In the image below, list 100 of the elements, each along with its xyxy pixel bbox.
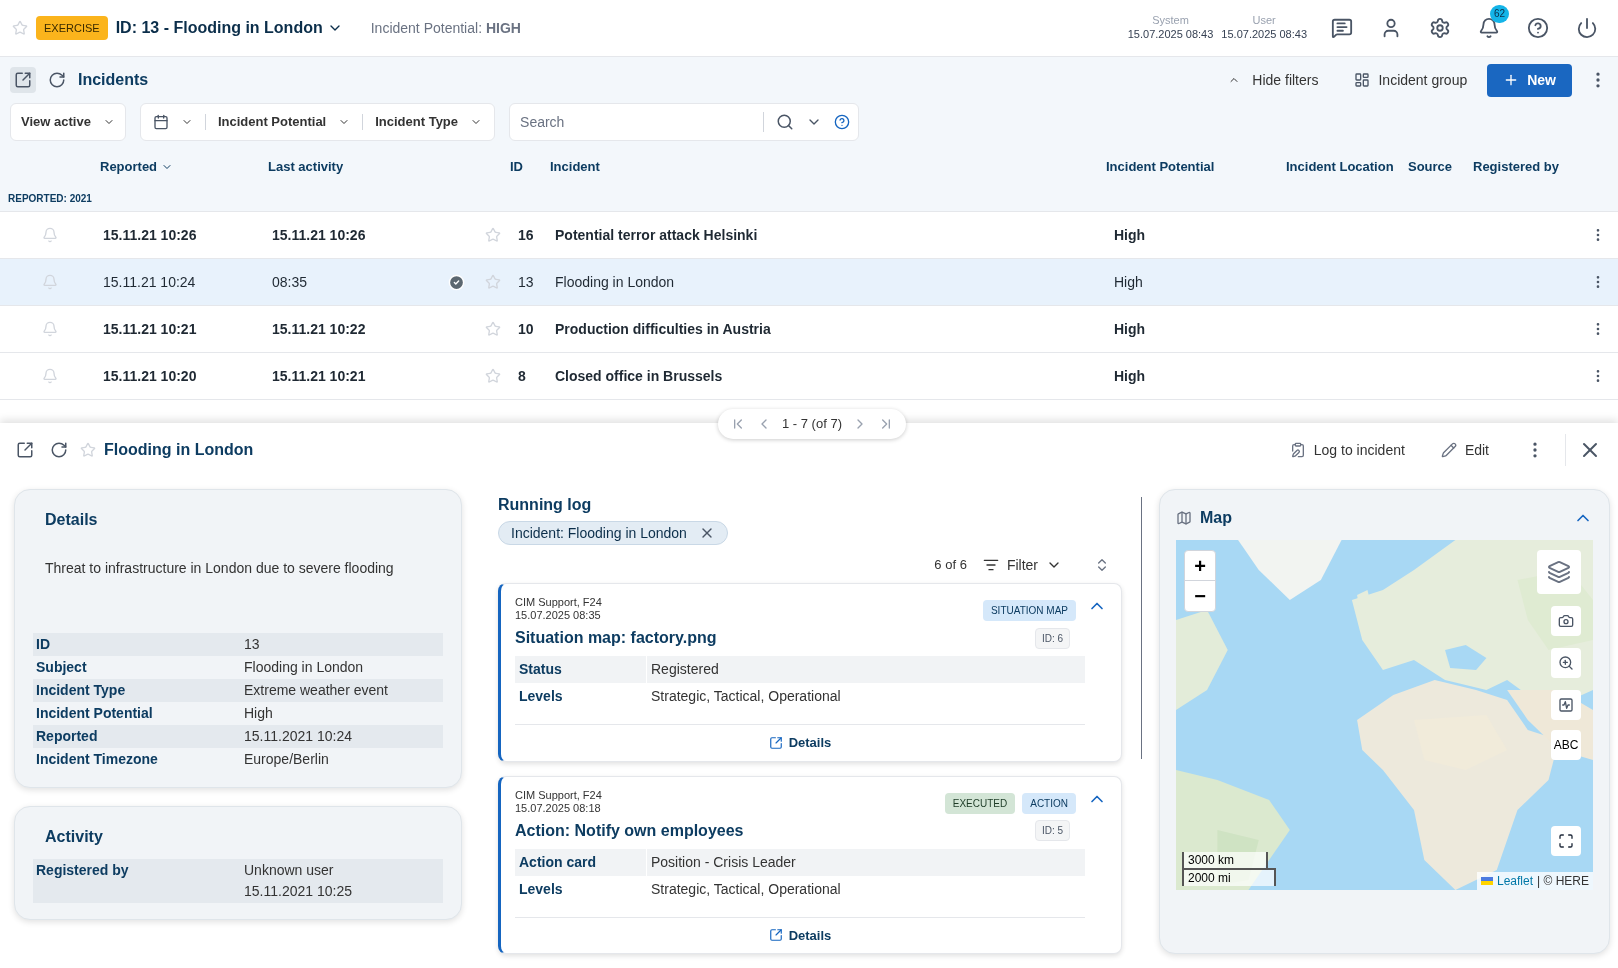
camera-icon bbox=[1558, 613, 1574, 629]
field-label: ID bbox=[36, 635, 50, 654]
log-author: CIM Support, F24 bbox=[515, 788, 602, 802]
filter-button[interactable]: Filter bbox=[982, 554, 1062, 576]
zoom-out-button[interactable]: − bbox=[1185, 581, 1215, 611]
leaflet-link[interactable]: Leaflet bbox=[1497, 872, 1534, 890]
detail-title: Flooding in London bbox=[104, 440, 254, 460]
refresh-icon[interactable] bbox=[50, 441, 68, 459]
field-value: Extreme weather event bbox=[244, 681, 388, 700]
star-icon[interactable] bbox=[80, 442, 96, 458]
field-value: Strategic, Tactical, Operational bbox=[650, 879, 842, 899]
star-icon[interactable] bbox=[12, 20, 28, 36]
bell-icon[interactable] bbox=[1478, 17, 1500, 39]
field-value: 15.11.2021 10:25 bbox=[244, 882, 352, 901]
search-bar[interactable]: Search bbox=[509, 103, 860, 141]
chat-icon[interactable] bbox=[1331, 17, 1353, 39]
id-cell-text: 13 bbox=[517, 272, 534, 292]
filter-icon bbox=[982, 557, 999, 573]
incident-row[interactable]: 15.11.21 10:24 08:35 13 Flooding in London High bbox=[0, 259, 1618, 306]
card-title: Activity bbox=[44, 827, 104, 847]
incident-potential: Incident Potential: HIGH bbox=[370, 18, 521, 38]
field-value: High bbox=[244, 704, 273, 723]
calendar-icon[interactable] bbox=[152, 114, 169, 130]
id-cell-text: 16 bbox=[517, 225, 534, 245]
column-header[interactable]: Registered by bbox=[1473, 157, 1559, 177]
flag-icon bbox=[1481, 877, 1493, 885]
search-field[interactable]: Search bbox=[512, 105, 752, 139]
potential-cell-text: High bbox=[1113, 319, 1146, 339]
exercise-badge: EXERCISE bbox=[36, 15, 108, 41]
layers-button[interactable] bbox=[1537, 550, 1581, 594]
help-icon[interactable] bbox=[834, 114, 851, 130]
settings-icon[interactable] bbox=[1429, 17, 1451, 39]
clock-time: 15.07.2025 08:43 bbox=[1127, 26, 1214, 42]
power-icon[interactable] bbox=[1576, 17, 1598, 39]
field-value: 15.11.2021 10:24 bbox=[244, 727, 352, 746]
hide-filters-button[interactable]: Hide filters bbox=[1228, 69, 1319, 91]
field-label: Status bbox=[515, 656, 647, 683]
column-header[interactable]: Reported bbox=[100, 157, 174, 177]
labels-button[interactable]: ABC bbox=[1551, 730, 1581, 760]
search-icon[interactable] bbox=[776, 113, 795, 131]
open-icon bbox=[768, 735, 783, 750]
map-attribution: | © HERE bbox=[1537, 873, 1589, 890]
new-button[interactable]: New bbox=[1487, 63, 1572, 97]
last-activity-cell-text: 15.11.21 10:26 bbox=[271, 225, 366, 245]
log-count: 6 of 6 bbox=[934, 556, 967, 575]
log-to-incident-button[interactable]: Log to incident bbox=[1289, 439, 1405, 461]
details-link[interactable]: Details bbox=[768, 733, 832, 753]
column-header[interactable]: Incident bbox=[550, 157, 600, 177]
fullscreen-icon bbox=[1558, 833, 1574, 849]
pencil-icon bbox=[1440, 442, 1457, 458]
field-label: Action card bbox=[515, 848, 647, 876]
log-id: ID: 5 bbox=[1034, 820, 1070, 841]
star-icon[interactable] bbox=[485, 321, 501, 337]
scale-bar: 2000 mi bbox=[1182, 868, 1276, 886]
open-icon[interactable] bbox=[16, 441, 34, 459]
reported-cell-text: 15.11.21 10:26 bbox=[102, 225, 197, 245]
done-icon bbox=[447, 273, 465, 291]
id-cell-text: 10 bbox=[517, 319, 534, 339]
star-icon[interactable] bbox=[485, 274, 501, 290]
log-tag: SITUATION MAP bbox=[982, 600, 1076, 621]
log-tag: EXECUTED bbox=[944, 792, 1016, 814]
field-label: Registered by bbox=[36, 861, 129, 880]
pagination-label: 1 - 7 (of 7) bbox=[782, 415, 842, 434]
column-header[interactable]: Source bbox=[1408, 157, 1453, 177]
potential-dropdown[interactable]: Incident Potential bbox=[217, 112, 351, 132]
type-dropdown[interactable]: Incident Type bbox=[375, 112, 483, 132]
search-button[interactable] bbox=[1551, 648, 1581, 678]
column-header[interactable]: ID bbox=[510, 157, 523, 177]
clock-label: System bbox=[1152, 13, 1189, 26]
view-dropdown[interactable]: View active bbox=[10, 103, 126, 141]
incident-group-button[interactable]: Incident group bbox=[1354, 69, 1468, 91]
open-icon[interactable] bbox=[14, 71, 32, 89]
help-icon[interactable] bbox=[1527, 17, 1549, 39]
field-value: 13 bbox=[244, 635, 260, 654]
column-header[interactable]: Incident Location bbox=[1286, 157, 1394, 177]
star-icon[interactable] bbox=[485, 227, 501, 243]
zoom-in-button[interactable]: + bbox=[1185, 551, 1215, 581]
potential-cell-text: High bbox=[1113, 366, 1146, 386]
field-label: Levels bbox=[515, 875, 647, 903]
chart-button[interactable] bbox=[1551, 690, 1581, 720]
filter-chip[interactable]: Incident: Flooding in London bbox=[498, 521, 728, 545]
potential-cell-text: High bbox=[1113, 225, 1146, 245]
potential-cell-text: High bbox=[1113, 272, 1143, 292]
incident-cell-text: Potential terror attack Helsinki bbox=[554, 225, 758, 245]
log-time: 15.07.2025 08:35 bbox=[515, 609, 602, 622]
column-header[interactable]: Last activity bbox=[268, 157, 344, 177]
camera-button[interactable] bbox=[1551, 606, 1581, 636]
log-tag: ACTION bbox=[1022, 792, 1076, 814]
details-link[interactable]: Details bbox=[768, 925, 832, 945]
clock-label: User bbox=[1252, 13, 1276, 26]
fullscreen-button[interactable] bbox=[1551, 826, 1581, 856]
incident-cell-text: Flooding in London bbox=[554, 272, 675, 292]
incident-selector[interactable]: ID: 13 - Flooding in London bbox=[115, 16, 343, 40]
field-value: Registered bbox=[650, 660, 720, 679]
layers-icon bbox=[1547, 560, 1571, 584]
refresh-icon[interactable] bbox=[48, 71, 66, 89]
column-header[interactable]: Incident Potential bbox=[1106, 157, 1215, 177]
edit-button[interactable]: Edit bbox=[1440, 439, 1489, 461]
star-icon[interactable] bbox=[485, 368, 501, 384]
group-label: REPORTED: 2021 bbox=[8, 191, 92, 206]
